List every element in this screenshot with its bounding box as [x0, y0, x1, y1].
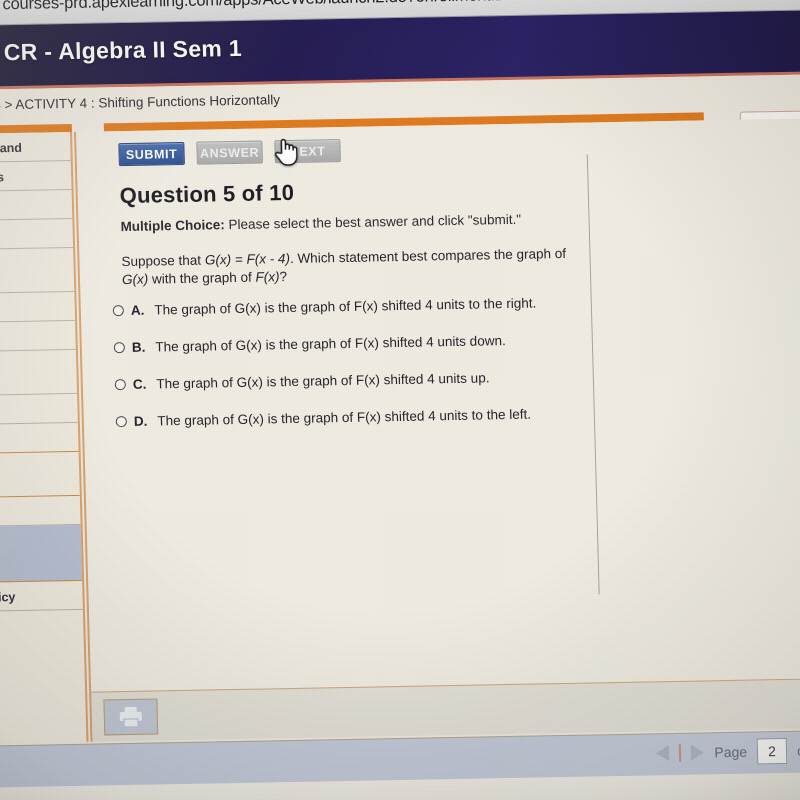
page-label: Page: [714, 743, 748, 761]
choice-text-a: The graph of G(x) is the graph of F(x) s…: [154, 295, 537, 318]
answer-choice-d[interactable]: D. The graph of G(x) is the graph of F(x…: [115, 405, 596, 429]
answer-choice-b[interactable]: B. The graph of G(x) is the graph of F(x…: [113, 331, 594, 355]
choice-letter-c: C.: [132, 376, 147, 392]
sidebar-item-9[interactable]: lly: [0, 422, 79, 454]
stem-part-1: Suppose that: [121, 252, 206, 270]
choice-letter-a: A.: [130, 302, 145, 318]
stem-part-2: . Which statement best compares the grap…: [289, 245, 567, 266]
photo-of-screen: courses-prd.apexlearning.com/apps/AceWeb…: [0, 0, 800, 800]
choice-text-d: The graph of G(x) is the graph of F(x) s…: [157, 406, 532, 429]
breadcrumb[interactable]: 4 > ACTIVITY 4 : Shifting Functions Hori…: [0, 92, 280, 112]
sidebar-item-2[interactable]: s: [0, 189, 73, 221]
printer-icon: [119, 706, 142, 728]
stem-part-3: with the graph of: [148, 269, 256, 287]
course-outline-sidebar[interactable]: tions and ations s ions s ce lly es ies …: [0, 131, 89, 744]
action-button-group: SUBMIT ANSWER NEXT: [118, 139, 341, 167]
sidebar-item-11[interactable]: ies: [0, 495, 81, 527]
stem-part-4: ?: [279, 268, 288, 284]
sidebar-item-4[interactable]: [0, 247, 75, 294]
sidebar-item-label: ations: [0, 170, 5, 185]
question-stem: Suppose that G(x) = F(x - 4). Which stat…: [121, 244, 592, 288]
choice-text-c: The graph of G(x) is the graph of F(x) s…: [156, 370, 490, 392]
answer-button[interactable]: ANSWER: [196, 140, 263, 165]
sidebar-item-7[interactable]: [0, 349, 78, 396]
answer-choice-a[interactable]: A. The graph of G(x) is the graph of F(x…: [112, 294, 593, 318]
instruction-bold: Multiple Choice:: [120, 217, 226, 235]
choice-text-b: The graph of G(x) is the graph of F(x) s…: [155, 333, 506, 355]
sidebar-item-0[interactable]: tions and: [0, 132, 71, 163]
page-title: CR - Algebra II Sem 1: [3, 34, 243, 66]
radio-button-d[interactable]: [115, 416, 127, 428]
sidebar-item-label: tions and: [0, 140, 23, 156]
page-number-input[interactable]: 2: [756, 737, 788, 765]
sidebar-item-3[interactable]: ions: [0, 218, 74, 250]
choice-letter-d: D.: [133, 413, 148, 429]
monitor-screen: courses-prd.apexlearning.com/apps/AceWeb…: [0, 0, 800, 800]
radio-button-b[interactable]: [113, 342, 125, 354]
hand-pointer-icon: [274, 138, 298, 166]
question-content-pane: SUBMIT ANSWER NEXT Question 5 of 10 Mult…: [73, 117, 800, 692]
instruction-rest: Please select the best answer and click …: [224, 211, 522, 233]
arrow-left-icon[interactable]: [656, 745, 670, 762]
sidebar-item-12-selected[interactable]: [0, 524, 83, 583]
question-instruction: Multiple Choice: Please select the best …: [120, 212, 521, 234]
sidebar-item-6[interactable]: [0, 320, 76, 352]
question-heading: Question 5 of 10: [119, 179, 295, 209]
stem-math-3: F(x): [255, 268, 280, 285]
sidebar-item-8[interactable]: ce: [0, 393, 78, 425]
print-button[interactable]: [103, 698, 159, 736]
radio-button-a[interactable]: [112, 305, 124, 317]
answer-choice-list: A. The graph of G(x) is the graph of F(x…: [112, 294, 597, 451]
stem-math-1: G(x) = F(x - 4): [204, 250, 291, 268]
radio-button-c[interactable]: [114, 379, 126, 391]
answer-choice-c[interactable]: C. The graph of G(x) is the graph of F(x…: [114, 368, 595, 392]
sidebar-item-policy[interactable]: Policy: [0, 580, 83, 612]
sidebar-item-5[interactable]: s: [0, 291, 76, 323]
sidebar-item-label: Policy: [0, 590, 16, 605]
pagination-separator: [679, 743, 682, 762]
stem-math-2: G(x): [121, 271, 149, 287]
choice-letter-b: B.: [131, 339, 146, 355]
sidebar-item-1[interactable]: ations: [0, 160, 72, 192]
sidebar-item-10[interactable]: es: [0, 451, 80, 498]
submit-button[interactable]: SUBMIT: [118, 141, 185, 167]
arrow-right-icon[interactable]: [691, 744, 705, 761]
